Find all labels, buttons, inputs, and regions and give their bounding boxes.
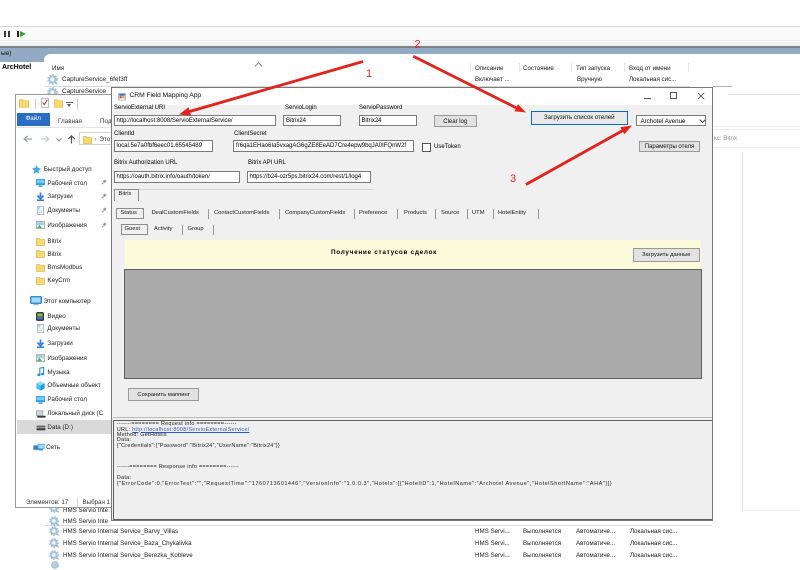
svg-text:3: 3	[510, 173, 516, 185]
svg-text:1: 1	[366, 68, 372, 80]
svg-text:2: 2	[415, 39, 421, 51]
